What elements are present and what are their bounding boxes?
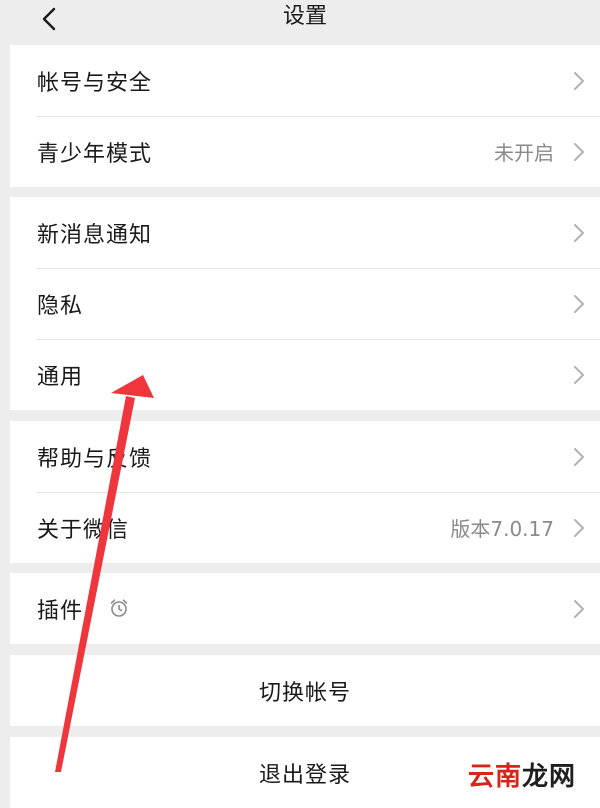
menu-item-privacy[interactable]: 隐私 (10, 268, 600, 339)
teen-mode-status: 未开启 (494, 141, 554, 165)
menu-item-label: 青少年模式 (37, 141, 153, 167)
watermark-logo: 云南龙网 (468, 756, 576, 793)
settings-screen: 设置 帐号与安全 青少年模式 未开启 新消息通知 隐私 通用 帮助与反馈 关于微… (10, 0, 600, 808)
settings-group-account: 帐号与安全 青少年模式 未开启 (10, 45, 600, 187)
chevron-right-icon (574, 599, 584, 618)
menu-item-about-wechat[interactable]: 关于微信 版本7.0.17 (10, 492, 600, 563)
menu-item-plugins[interactable]: 插件 (10, 573, 600, 644)
chevron-right-icon (574, 71, 584, 90)
chevron-right-icon (574, 294, 584, 313)
switch-account-card: 切换帐号 (10, 655, 600, 726)
chevron-right-icon (574, 447, 584, 466)
menu-item-notifications[interactable]: 新消息通知 (10, 197, 600, 268)
page-title: 设置 (282, 4, 327, 29)
navigation-bar: 设置 (10, 0, 600, 44)
menu-item-label: 关于微信 (37, 517, 130, 543)
menu-item-general[interactable]: 通用 (10, 339, 600, 410)
watermark-part-2: 龙网 (522, 762, 577, 792)
version-text: 版本7.0.17 (450, 517, 554, 541)
switch-account-button[interactable]: 切换帐号 (10, 655, 600, 726)
settings-group-plugins: 插件 (10, 573, 600, 644)
menu-item-label: 帐号与安全 (37, 70, 153, 96)
alarm-clock-icon (110, 599, 128, 617)
settings-group-general: 新消息通知 隐私 通用 (10, 197, 600, 410)
chevron-right-icon (574, 142, 584, 161)
menu-item-label: 隐私 (37, 293, 84, 319)
menu-item-account-security[interactable]: 帐号与安全 (10, 45, 600, 116)
menu-item-label: 帮助与反馈 (37, 446, 153, 472)
menu-item-label: 插件 (37, 598, 84, 624)
chevron-right-icon (574, 223, 584, 242)
chevron-right-icon (574, 365, 584, 384)
menu-item-label: 通用 (37, 364, 84, 390)
chevron-right-icon (574, 518, 584, 537)
menu-item-teen-mode[interactable]: 青少年模式 未开启 (10, 116, 600, 187)
menu-item-label: 新消息通知 (37, 222, 153, 248)
settings-group-help: 帮助与反馈 关于微信 版本7.0.17 (10, 421, 600, 563)
menu-item-help-feedback[interactable]: 帮助与反馈 (10, 421, 600, 492)
watermark-part-1: 云南 (468, 762, 523, 792)
